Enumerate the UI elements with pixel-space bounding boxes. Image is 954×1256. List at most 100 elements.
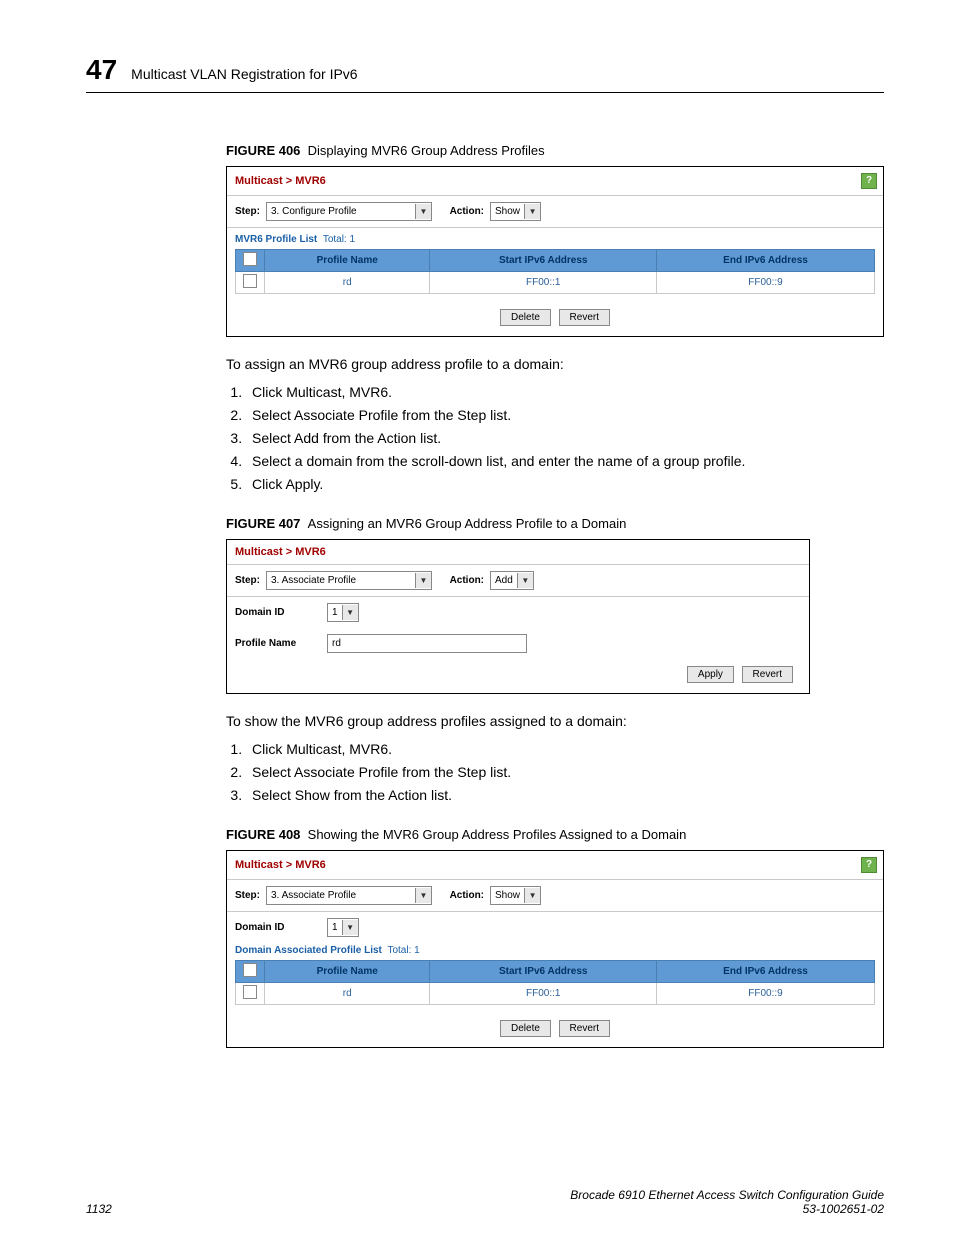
col-end-addr: End IPv6 Address: [657, 250, 875, 272]
chevron-down-icon: ▼: [415, 204, 431, 219]
step-label: Step:: [235, 206, 260, 217]
step-value: 3. Associate Profile: [271, 575, 360, 586]
chapter-title: Multicast VLAN Registration for IPv6: [131, 66, 357, 82]
list-name: Domain Associated Profile List: [235, 945, 382, 956]
profile-name-row: Profile Name: [227, 628, 809, 659]
list-title: Domain Associated Profile List Total: 1: [227, 939, 883, 960]
cell-start-addr: FF00::1: [430, 272, 657, 294]
assign-intro: To assign an MVR6 group address profile …: [226, 355, 884, 374]
delete-button[interactable]: Delete: [500, 309, 551, 326]
list-total: 1: [350, 234, 356, 245]
domain-id-row: Domain ID 1 ▼: [227, 912, 883, 939]
step-label: Step:: [235, 890, 260, 901]
chevron-down-icon: ▼: [342, 920, 358, 935]
help-icon[interactable]: ?: [861, 173, 877, 189]
domain-id-label: Domain ID: [235, 922, 327, 933]
cell-start-addr: FF00::1: [430, 982, 657, 1004]
cell-end-addr: FF00::9: [657, 982, 875, 1004]
toolbar: Step: 3. Associate Profile ▼ Action: Add…: [227, 565, 809, 597]
revert-button[interactable]: Revert: [742, 666, 793, 683]
col-start-addr: Start IPv6 Address: [430, 960, 657, 982]
profile-name-input[interactable]: [327, 634, 527, 653]
profile-name-label: Profile Name: [235, 638, 327, 649]
list-item: Click Apply.: [246, 476, 884, 492]
apply-button[interactable]: Apply: [687, 666, 734, 683]
action-label: Action:: [450, 575, 484, 586]
checkbox-header[interactable]: [236, 250, 265, 272]
col-end-addr: End IPv6 Address: [657, 960, 875, 982]
list-item: Select Associate Profile from the Step l…: [246, 407, 884, 423]
panel-header: Multicast > MVR6 ?: [227, 167, 883, 196]
domain-id-dropdown[interactable]: 1 ▼: [327, 603, 359, 622]
button-row: Apply Revert: [227, 659, 809, 693]
list-item: Select Show from the Action list.: [246, 787, 884, 803]
chevron-down-icon: ▼: [415, 888, 431, 903]
domain-id-label: Domain ID: [235, 607, 327, 618]
toolbar: Step: 3. Associate Profile ▼ Action: Sho…: [227, 880, 883, 912]
action-value: Add: [495, 575, 517, 586]
figure-label: FIGURE 408: [226, 827, 300, 842]
figure-caption-text: Displaying MVR6 Group Address Profiles: [308, 143, 545, 158]
table-row: rd FF00::1 FF00::9: [236, 272, 875, 294]
table-header-row: Profile Name Start IPv6 Address End IPv6…: [236, 250, 875, 272]
action-dropdown[interactable]: Show ▼: [490, 886, 541, 905]
checkbox-header[interactable]: [236, 960, 265, 982]
panel-header: Multicast > MVR6: [227, 540, 809, 565]
list-total-label: Total:: [323, 234, 347, 245]
figure-408-panel: Multicast > MVR6 ? Step: 3. Associate Pr…: [226, 850, 884, 1048]
toolbar: Step: 3. Configure Profile ▼ Action: Sho…: [227, 196, 883, 228]
breadcrumb: Multicast > MVR6: [235, 546, 326, 558]
step-label: Step:: [235, 575, 260, 586]
revert-button[interactable]: Revert: [559, 1020, 610, 1037]
doc-title: Brocade 6910 Ethernet Access Switch Conf…: [570, 1188, 884, 1202]
chevron-down-icon: ▼: [342, 605, 358, 620]
delete-button[interactable]: Delete: [500, 1020, 551, 1037]
domain-id-value: 1: [332, 607, 342, 618]
list-item: Select a domain from the scroll-down lis…: [246, 453, 884, 469]
domain-id-value: 1: [332, 922, 342, 933]
action-dropdown[interactable]: Show ▼: [490, 202, 541, 221]
action-label: Action:: [450, 890, 484, 901]
breadcrumb: Multicast > MVR6: [235, 175, 326, 187]
col-profile-name: Profile Name: [265, 250, 430, 272]
chevron-down-icon: ▼: [524, 888, 540, 903]
list-name: MVR6 Profile List: [235, 234, 317, 245]
step-dropdown[interactable]: 3. Configure Profile ▼: [266, 202, 432, 221]
table-header-row: Profile Name Start IPv6 Address End IPv6…: [236, 960, 875, 982]
revert-button[interactable]: Revert: [559, 309, 610, 326]
checkbox[interactable]: [243, 274, 257, 288]
show-intro: To show the MVR6 group address profiles …: [226, 712, 884, 731]
page-header: 47 Multicast VLAN Registration for IPv6: [86, 54, 884, 93]
assign-steps: Click Multicast, MVR6. Select Associate …: [246, 384, 884, 492]
step-value: 3. Associate Profile: [271, 890, 360, 901]
domain-id-dropdown[interactable]: 1 ▼: [327, 918, 359, 937]
figure-406-caption: FIGURE 406 Displaying MVR6 Group Address…: [226, 143, 884, 158]
figure-label: FIGURE 407: [226, 516, 300, 531]
row-checkbox-cell[interactable]: [236, 982, 265, 1004]
chevron-down-icon: ▼: [517, 573, 533, 588]
checkbox[interactable]: [243, 252, 257, 266]
checkbox[interactable]: [243, 985, 257, 999]
table-row: rd FF00::1 FF00::9: [236, 982, 875, 1004]
col-start-addr: Start IPv6 Address: [430, 250, 657, 272]
list-item: Select Associate Profile from the Step l…: [246, 764, 884, 780]
chevron-down-icon: ▼: [415, 573, 431, 588]
breadcrumb: Multicast > MVR6: [235, 859, 326, 871]
step-dropdown[interactable]: 3. Associate Profile ▼: [266, 886, 432, 905]
step-value: 3. Configure Profile: [271, 206, 361, 217]
chapter-number: 47: [86, 54, 117, 86]
row-checkbox-cell[interactable]: [236, 272, 265, 294]
help-icon[interactable]: ?: [861, 857, 877, 873]
checkbox[interactable]: [243, 963, 257, 977]
cell-profile-name: rd: [265, 982, 430, 1004]
action-dropdown[interactable]: Add ▼: [490, 571, 534, 590]
profile-table: Profile Name Start IPv6 Address End IPv6…: [235, 249, 875, 294]
button-row: Delete Revert: [227, 302, 883, 336]
panel-header: Multicast > MVR6 ?: [227, 851, 883, 880]
step-dropdown[interactable]: 3. Associate Profile ▼: [266, 571, 432, 590]
figure-caption-text: Showing the MVR6 Group Address Profiles …: [308, 827, 687, 842]
profile-table: Profile Name Start IPv6 Address End IPv6…: [235, 960, 875, 1005]
figure-caption-text: Assigning an MVR6 Group Address Profile …: [308, 516, 627, 531]
figure-label: FIGURE 406: [226, 143, 300, 158]
list-item: Click Multicast, MVR6.: [246, 741, 884, 757]
